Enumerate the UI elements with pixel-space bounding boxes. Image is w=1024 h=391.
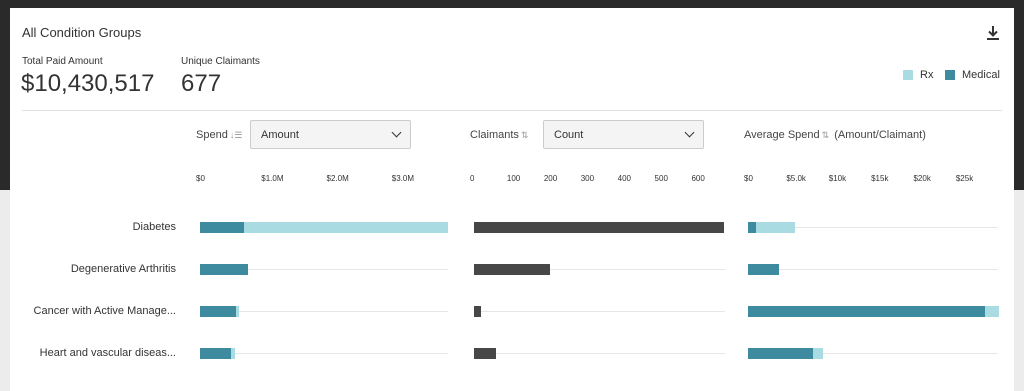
sort-desc-icon[interactable]: ↓☰ <box>230 130 243 141</box>
claimants-metric-select[interactable]: Count <box>543 120 704 149</box>
download-icon[interactable] <box>986 25 1000 41</box>
spend-axis-tick-label: $3.0M <box>391 174 415 183</box>
condition-label[interactable]: Heart and vascular diseas... <box>40 347 176 359</box>
chevron-down-icon <box>684 127 695 138</box>
avg-rx-bar[interactable] <box>756 222 796 233</box>
total-paid-label: Total Paid Amount <box>22 56 103 67</box>
claimants-header-label: Claimants <box>470 129 519 141</box>
spend-select-value: Amount <box>261 128 299 141</box>
claimants-count-bar[interactable] <box>474 348 497 359</box>
chevron-down-icon <box>391 127 402 138</box>
medical-swatch <box>945 70 955 80</box>
avg-axis-tick-label: $5.0k <box>786 174 806 183</box>
avg-axis-tick-label: $10k <box>828 174 847 183</box>
legend-medical-label: Medical <box>962 69 1000 81</box>
avg-medical-bar[interactable] <box>748 264 779 275</box>
legend-rx-label: Rx <box>920 69 934 81</box>
avg-medical-bar[interactable] <box>748 306 986 317</box>
header-divider <box>22 110 1002 111</box>
claimants-count-bar[interactable] <box>474 306 482 317</box>
avg-track <box>748 269 998 270</box>
condition-groups-card: All Condition Groups Total Paid Amount $… <box>10 8 1014 391</box>
claimants-axis-tick-label: 600 <box>691 174 705 183</box>
avg-axis-tick-label: $20k <box>913 174 931 183</box>
claimants-count-bar[interactable] <box>474 222 724 233</box>
spend-medical-bar[interactable] <box>200 348 231 359</box>
spend-metric-select[interactable]: Amount <box>250 120 411 149</box>
legend-rx: Rx <box>903 69 933 81</box>
rx-swatch <box>903 70 913 80</box>
legend-medical: Medical <box>945 69 1000 81</box>
condition-label[interactable]: Cancer with Active Manage... <box>34 305 176 317</box>
spend-medical-bar[interactable] <box>200 222 244 233</box>
avg-medical-bar[interactable] <box>748 222 757 233</box>
spend-axis-tick-label: $1.0M <box>261 174 284 183</box>
avg-spend-column-header[interactable]: Average Spend ⇅ (Amount/Claimant) <box>744 129 926 141</box>
condition-label[interactable]: Degenerative Arthritis <box>71 263 176 275</box>
spend-rx-bar[interactable] <box>243 222 448 233</box>
total-paid-value: $10,430,517 <box>21 70 155 97</box>
claimants-axis-tick-label: 200 <box>543 174 558 183</box>
avg-header-suffix: (Amount/Claimant) <box>834 129 926 141</box>
unique-claimants-value: 677 <box>181 70 222 97</box>
spend-medical-bar[interactable] <box>200 306 236 317</box>
claimants-count-bar[interactable] <box>474 264 551 275</box>
avg-rx-bar[interactable] <box>813 348 823 359</box>
spend-axis-tick-label: $2.0M <box>326 174 349 183</box>
avg-axis-tick-label: $0 <box>744 174 753 183</box>
sort-icon[interactable]: ⇅ <box>822 130 830 141</box>
claim-track <box>474 311 725 312</box>
spend-medical-bar[interactable] <box>200 264 249 275</box>
spend-axis-tick-label: $0 <box>196 174 205 183</box>
claimants-axis-tick-label: 100 <box>506 174 521 183</box>
avg-axis-tick-label: $15k <box>871 174 889 183</box>
claimants-column-header[interactable]: Claimants ⇅ <box>470 129 528 141</box>
avg-axis-tick-label: $25k <box>955 174 974 183</box>
spend-header-label: Spend <box>196 129 228 141</box>
spend-rx-bar[interactable] <box>235 306 239 317</box>
avg-medical-bar[interactable] <box>748 348 814 359</box>
condition-label[interactable]: Diabetes <box>133 221 176 233</box>
sort-icon[interactable]: ⇅ <box>521 130 529 141</box>
spend-column-header[interactable]: Spend ↓☰ <box>196 129 242 141</box>
avg-header-label: Average Spend <box>744 129 820 141</box>
claimants-axis-tick-label: 300 <box>580 174 595 183</box>
claimants-axis-tick-label: 400 <box>617 174 631 183</box>
spend-rx-bar[interactable] <box>230 348 235 359</box>
unique-claimants-label: Unique Claimants <box>181 56 260 67</box>
claim-track <box>474 353 725 354</box>
claimants-axis-tick-label: 0 <box>470 174 475 183</box>
spend-track <box>200 353 448 354</box>
avg-rx-bar[interactable] <box>985 306 999 317</box>
claimants-axis-tick-label: 500 <box>654 174 668 183</box>
claimants-select-value: Count <box>554 128 584 141</box>
card-title: All Condition Groups <box>22 25 142 40</box>
